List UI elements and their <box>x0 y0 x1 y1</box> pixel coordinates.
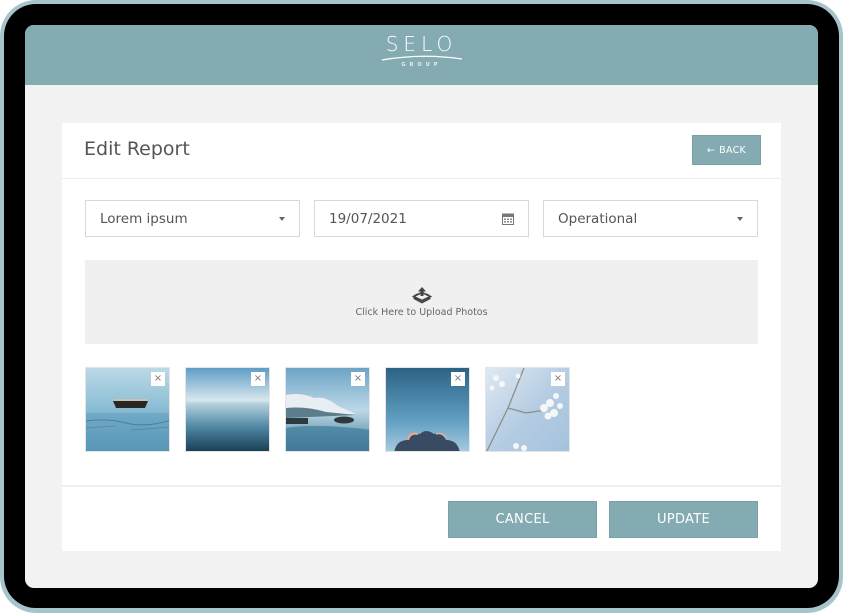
photo-thumbnail[interactable]: × <box>85 367 170 452</box>
arrow-left-icon: ← <box>706 144 716 156</box>
remove-photo-button[interactable]: × <box>551 372 565 386</box>
date-value: 19/07/2021 <box>329 210 407 227</box>
remove-photo-button[interactable]: × <box>251 372 265 386</box>
photo-thumbnail[interactable]: × <box>385 367 470 452</box>
photo-thumbnail[interactable]: × <box>185 367 270 452</box>
date-input[interactable]: 19/07/2021 <box>314 200 529 237</box>
brand-logo: SELO GROUP <box>352 33 492 69</box>
category-value: Lorem ipsum <box>100 210 188 227</box>
back-button-label: BACK <box>719 144 747 156</box>
remove-photo-button[interactable]: × <box>351 372 365 386</box>
photo-thumbnail[interactable]: × <box>485 367 570 452</box>
brand-subtitle: GROUP <box>401 62 442 68</box>
caret-down-icon <box>279 216 285 221</box>
edit-report-card: Edit Report ← BACK Lorem ipsum 19/07/202… <box>62 123 781 551</box>
calendar-icon[interactable] <box>502 213 514 225</box>
remove-photo-button[interactable]: × <box>151 372 165 386</box>
update-button[interactable]: UPDATE <box>609 501 758 538</box>
caret-down-icon <box>737 216 743 221</box>
upload-tray-icon <box>411 287 432 304</box>
upload-label: Click Here to Upload Photos <box>355 307 488 318</box>
cancel-button[interactable]: CANCEL <box>448 501 597 538</box>
page-title: Edit Report <box>84 138 190 160</box>
category-select[interactable]: Lorem ipsum <box>85 200 300 237</box>
card-footer: CANCEL UPDATE <box>62 485 781 553</box>
card-header: Edit Report ← BACK <box>62 123 781 179</box>
photo-thumbnail[interactable]: × <box>285 367 370 452</box>
photo-upload-dropzone[interactable]: Click Here to Upload Photos <box>85 260 758 344</box>
remove-photo-button[interactable]: × <box>451 372 465 386</box>
type-select[interactable]: Operational <box>543 200 758 237</box>
back-button[interactable]: ← BACK <box>692 135 761 165</box>
app-screen: SELO GROUP Edit Report ← BACK Lorem ipsu… <box>25 25 818 588</box>
brand-name: SELO <box>385 32 458 56</box>
type-value: Operational <box>558 210 638 227</box>
header-bar: SELO GROUP <box>25 25 818 85</box>
